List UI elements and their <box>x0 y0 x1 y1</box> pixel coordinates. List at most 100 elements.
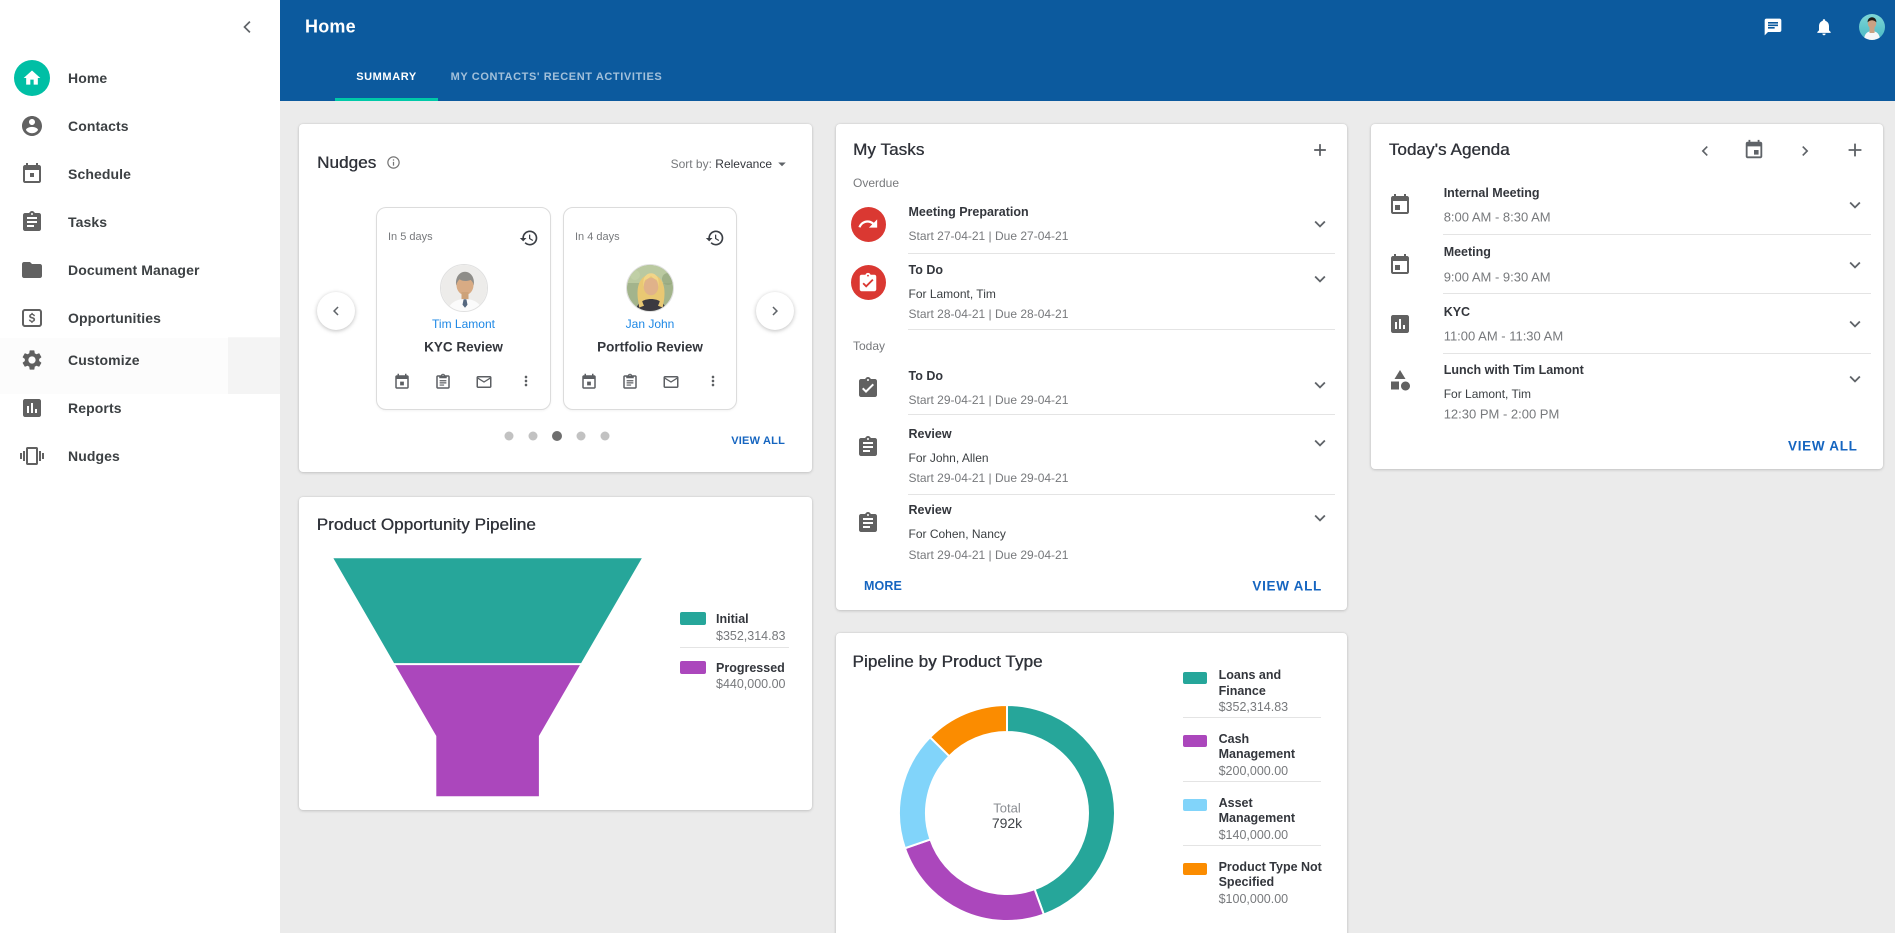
agenda-calendar-icon[interactable] <box>1743 139 1765 161</box>
clipboard-icon <box>856 435 880 459</box>
active-tab-indicator <box>335 98 438 101</box>
divider <box>908 253 1335 254</box>
nudges-view-all-link[interactable]: VIEW ALL <box>731 435 785 447</box>
funnel-segment-progressed[interactable] <box>395 665 580 796</box>
calendar-icon <box>20 162 44 186</box>
clipboard-check-icon <box>851 265 886 300</box>
expand-icon[interactable] <box>1844 194 1866 216</box>
contact-avatar[interactable] <box>440 264 488 312</box>
more-vert-icon[interactable] <box>518 373 534 391</box>
legend-swatch-initial <box>680 612 706 625</box>
calendar-icon[interactable] <box>580 373 598 391</box>
carousel-prev-button[interactable] <box>317 292 355 330</box>
sidebar-item-schedule[interactable]: Schedule <box>0 152 280 196</box>
chat-icon[interactable] <box>1763 17 1783 37</box>
expand-icon[interactable] <box>1309 213 1331 235</box>
my-tasks-card: My Tasks Overdue Meeting Preparation Sta… <box>836 124 1347 610</box>
agenda-prev-day-icon[interactable] <box>1695 141 1715 161</box>
donut-center-value: 792k <box>836 815 1178 831</box>
legend-label: Asset Management <box>1219 796 1319 828</box>
divider <box>1443 234 1871 235</box>
funnel-segment-initial[interactable] <box>333 558 641 663</box>
legend-swatch-not-specified <box>1183 863 1207 875</box>
contact-avatar[interactable] <box>626 264 674 312</box>
tab-summary[interactable]: SUMMARY <box>335 53 438 101</box>
clipboard-icon[interactable] <box>621 373 639 391</box>
user-avatar[interactable] <box>1859 14 1885 40</box>
more-vert-icon[interactable] <box>705 373 721 391</box>
chevron-down-icon[interactable] <box>773 155 791 173</box>
customize-hover-block <box>228 337 280 394</box>
legend-label: Cash Management <box>1219 732 1319 764</box>
add-task-icon[interactable] <box>1310 140 1330 160</box>
expand-icon[interactable] <box>1844 313 1866 335</box>
carousel-dot[interactable] <box>504 432 513 441</box>
legend-swatch-loans <box>1183 672 1207 684</box>
expand-icon[interactable] <box>1309 374 1331 396</box>
tab-bar: SUMMARY MY CONTACTS' RECENT ACTIVITIES <box>280 53 1895 101</box>
sidebar-collapse-button[interactable] <box>236 15 260 39</box>
sidebar-item-tasks[interactable]: Tasks <box>0 200 280 244</box>
agenda-view-all-link[interactable]: VIEW ALL <box>1788 438 1858 453</box>
vibration-icon <box>20 444 44 468</box>
mail-icon[interactable] <box>475 373 493 391</box>
legend-value: $352,314.83 <box>1219 700 1289 714</box>
clipboard-icon <box>20 210 44 234</box>
funnel-chart <box>299 497 812 810</box>
dollar-box-icon <box>20 306 44 330</box>
nudge-card-kyc-review[interactable]: In 5 days Tim Lamont KYC Review <box>376 207 551 410</box>
carousel-dot[interactable] <box>601 432 610 441</box>
sidebar-item-opportunities[interactable]: Opportunities <box>0 296 280 340</box>
info-icon[interactable] <box>386 155 401 170</box>
contact-name-link[interactable]: Tim Lamont <box>377 317 550 331</box>
sidebar: Home Contacts Schedule Tasks Document Ma… <box>0 0 280 933</box>
agenda-next-day-icon[interactable] <box>1795 141 1815 161</box>
bar-chart-icon <box>20 396 44 420</box>
my-tasks-title: My Tasks <box>853 140 924 160</box>
sidebar-item-nudges[interactable]: Nudges <box>0 434 280 478</box>
carousel-dot-active[interactable] <box>552 431 562 441</box>
expand-icon[interactable] <box>1309 268 1331 290</box>
carousel-dot[interactable] <box>528 432 537 441</box>
legend-label: Initial <box>716 612 749 626</box>
clipboard-icon[interactable] <box>434 373 452 391</box>
donut-segment[interactable] <box>905 839 1044 921</box>
sort-by-control[interactable]: Sort by: Relevance <box>671 157 772 171</box>
due-label: In 4 days <box>575 231 620 243</box>
clipboard-check-icon <box>856 376 880 400</box>
expand-icon[interactable] <box>1844 368 1866 390</box>
sidebar-item-contacts[interactable]: Contacts <box>0 104 280 148</box>
donut-segment[interactable] <box>899 737 949 848</box>
bar-chart-icon <box>1388 312 1412 336</box>
home-icon <box>14 60 50 96</box>
history-icon[interactable] <box>705 228 725 248</box>
notifications-icon[interactable] <box>1814 17 1834 37</box>
account-circle-icon <box>20 114 44 138</box>
contact-name-link[interactable]: Jan John <box>564 317 736 331</box>
nudge-card-portfolio-review[interactable]: In 4 days Jan John Portfolio Review <box>563 207 737 410</box>
sidebar-item-document-manager[interactable]: Document Manager <box>0 248 280 292</box>
divider <box>908 414 1335 415</box>
shapes-icon <box>1388 368 1412 392</box>
tasks-view-all-link[interactable]: VIEW ALL <box>1252 579 1322 594</box>
carousel-next-button[interactable] <box>756 292 794 330</box>
agenda-add-icon[interactable] <box>1844 139 1866 161</box>
tab-my-contacts-recent-activities[interactable]: MY CONTACTS' RECENT ACTIVITIES <box>438 53 675 101</box>
expand-icon[interactable] <box>1309 507 1331 529</box>
sidebar-item-home[interactable]: Home <box>0 56 280 100</box>
calendar-icon[interactable] <box>393 373 411 391</box>
mail-icon[interactable] <box>662 373 680 391</box>
legend-swatch-cash <box>1183 735 1207 747</box>
carousel-dot[interactable] <box>577 432 586 441</box>
donut-center-label: Total <box>836 800 1178 815</box>
legend-divider <box>1183 781 1321 782</box>
tasks-more-link[interactable]: MORE <box>864 579 902 593</box>
history-icon[interactable] <box>519 228 539 248</box>
legend-label: Loans and Finance <box>1219 668 1319 700</box>
expand-icon[interactable] <box>1309 432 1331 454</box>
legend-swatch-asset <box>1183 799 1207 811</box>
legend-value: $440,000.00 <box>716 677 786 691</box>
divider <box>1443 353 1871 354</box>
expand-icon[interactable] <box>1844 254 1866 276</box>
donut-segment[interactable] <box>930 705 1007 756</box>
